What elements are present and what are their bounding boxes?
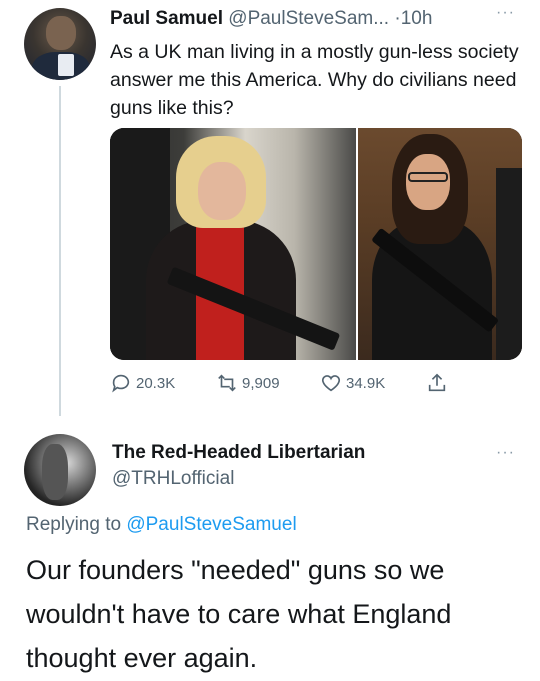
reply-count: 20.3K [136,374,176,392]
author-name[interactable]: Paul Samuel [110,8,223,29]
photo-face [198,162,246,220]
author-handle[interactable]: @TRHLofficial [112,468,234,490]
share-button[interactable] [426,372,448,394]
replying-to-mention[interactable]: @PaulSteveSamuel [126,514,296,535]
avatar-figure [42,444,68,500]
like-button[interactable]: 34.9K [320,372,385,394]
avatar-head [46,16,76,50]
tweet-text: As a UK man living in a mostly gun-less … [110,41,519,119]
more-options-icon[interactable]: ··· [496,444,515,462]
tweet-actions: 20.3K 9,909 34.9K [110,370,530,398]
avatar[interactable] [24,8,96,80]
retweet-button[interactable]: 9,909 [216,372,280,394]
reply-icon [112,374,130,393]
reply-tweet: The Red-Headed Libertarian @TRHLofficial… [0,420,540,681]
author-handle[interactable]: @PaulSteveSam... [228,8,389,29]
tweet-header: Paul Samuel @PaulSteveSam... ·10h [110,8,432,30]
photo-face [406,154,450,210]
photo-glasses [408,172,448,182]
thread-line [59,86,61,416]
retweet-count: 9,909 [242,374,280,392]
reply-button[interactable]: 20.3K [110,372,175,394]
replying-to-label: Replying to [26,514,127,535]
share-icon [428,373,446,392]
author-name[interactable]: The Red-Headed Libertarian [112,442,365,464]
photo-right[interactable] [358,128,522,360]
replying-to: Replying to @PaulSteveSamuel [26,514,297,536]
photo-side-figure [496,168,522,360]
avatar[interactable] [24,434,96,506]
retweet-icon [218,374,236,392]
tweet-media[interactable] [110,128,522,360]
avatar-phone [58,54,74,76]
reply-text: Our founders "needed" guns so we wouldn'… [26,555,452,673]
tweet-time[interactable]: ·10h [394,8,432,29]
more-options-icon[interactable]: ··· [496,4,515,22]
like-count: 34.9K [346,374,386,392]
original-tweet: Paul Samuel @PaulSteveSam... ·10h ··· As… [0,0,540,420]
heart-icon [321,375,341,392]
photo-left[interactable] [110,128,356,360]
